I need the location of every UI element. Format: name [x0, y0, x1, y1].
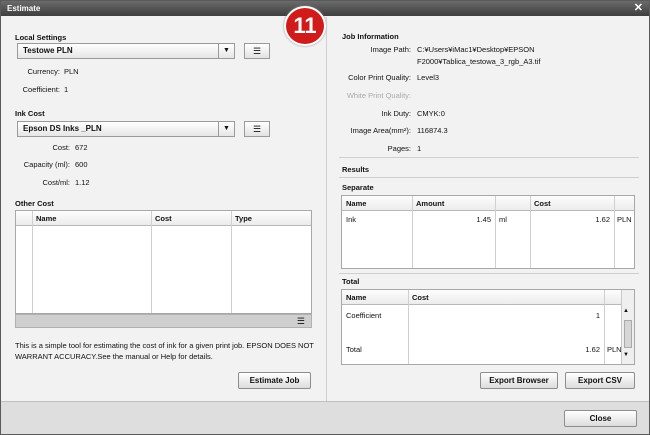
chevron-down-icon: ▼: [218, 44, 234, 58]
grid-divider: [412, 196, 413, 268]
ink-cost-heading: Ink Cost: [15, 109, 45, 118]
total-heading: Total: [342, 277, 360, 286]
scroll-down-icon[interactable]: ▼: [623, 352, 629, 358]
other-cost-table[interactable]: Name Cost Type: [15, 210, 312, 314]
export-csv-button[interactable]: Export CSV: [565, 372, 635, 389]
other-cost-toolbar: ☰: [15, 314, 312, 328]
ink-duty-label: Ink Duty:: [381, 109, 411, 118]
disclaimer-note: This is a simple tool for estimating the…: [15, 341, 314, 361]
total-table[interactable]: Name Cost Coefficient 1 Total 1.62 PLN ▲…: [341, 289, 635, 365]
image-area-label: Image Area(mm²):: [350, 126, 411, 135]
list-icon: ☰: [252, 124, 262, 134]
ink-cost-selected: Epson DS Inks _PLN: [23, 124, 102, 133]
section-divider: [339, 157, 639, 158]
chevron-down-icon: ▼: [218, 122, 234, 136]
column-header-name[interactable]: Name: [342, 290, 408, 305]
total-row-name: Coefficient: [346, 311, 382, 320]
column-header-cost[interactable]: Cost: [408, 290, 604, 305]
capacity-label: Capacity (ml):: [23, 160, 70, 169]
column-header-type[interactable]: Type: [231, 211, 311, 226]
total-row-cost: 1: [595, 311, 600, 320]
row-header-corner: [16, 211, 32, 226]
separate-row-currency: PLN: [617, 215, 632, 224]
grid-divider: [530, 196, 531, 268]
ink-duty-value: CMYK:0: [417, 109, 445, 118]
grid-divider: [614, 196, 615, 268]
dialog-footer: Close: [1, 401, 649, 434]
column-header-cost[interactable]: Cost: [530, 196, 614, 211]
scrollbar-thumb[interactable]: [624, 320, 632, 348]
list-icon[interactable]: ☰: [297, 315, 305, 327]
costml-label: Cost/ml:: [42, 178, 70, 187]
image-area-value: 116874.3: [417, 126, 448, 135]
job-information-heading: Job Information: [342, 32, 399, 41]
image-path-label: Image Path:: [370, 45, 411, 54]
cost-value: 672: [75, 143, 88, 152]
scroll-up-icon[interactable]: ▲: [623, 308, 629, 314]
separate-row-name: Ink: [346, 215, 357, 224]
vertical-scrollbar[interactable]: ▲ ▼: [621, 290, 634, 364]
grid-divider: [495, 196, 496, 268]
column-header-name[interactable]: Name: [32, 211, 151, 226]
column-header-amount[interactable]: Amount: [412, 196, 495, 211]
panel-divider: [326, 17, 327, 401]
grid-divider: [32, 211, 33, 313]
ink-cost-select[interactable]: Epson DS Inks _PLN ▼: [17, 121, 235, 137]
total-row-cost: 1.62: [585, 345, 600, 354]
estimate-window: Estimate ✕ 11 Local Settings Testowe PLN…: [0, 0, 650, 435]
close-icon[interactable]: ✕: [634, 1, 643, 16]
coefficient-value: 1: [64, 85, 69, 94]
column-header-currency[interactable]: [604, 290, 621, 305]
column-header-currency[interactable]: [614, 196, 634, 211]
pages-value: 1: [417, 144, 422, 153]
step-badge: 11: [284, 6, 326, 46]
separate-heading: Separate: [342, 183, 374, 192]
separate-table[interactable]: Name Amount Cost Ink 1.45 ml 1.62 PLN: [341, 195, 635, 269]
section-divider: [339, 273, 639, 274]
local-settings-select[interactable]: Testowe PLN ▼: [17, 43, 235, 59]
color-print-quality-label: Color Print Quality:: [348, 73, 411, 82]
costml-value: 1.12: [75, 178, 90, 187]
local-settings-selected: Testowe PLN: [23, 46, 73, 55]
local-settings-heading: Local Settings: [15, 33, 67, 42]
grid-divider: [151, 211, 152, 313]
total-row-name: Total: [346, 345, 362, 354]
grid-divider: [231, 211, 232, 313]
capacity-value: 600: [75, 160, 88, 169]
coefficient-label: Coefficient:: [22, 85, 60, 94]
title-bar: Estimate ✕: [1, 1, 649, 16]
separate-row-amount: 1.45: [476, 215, 491, 224]
separate-row-unit: ml: [499, 215, 507, 224]
ink-cost-list-button[interactable]: ☰: [244, 121, 270, 137]
total-row-currency: PLN: [607, 345, 622, 354]
window-title: Estimate: [7, 4, 41, 13]
cost-label: Cost:: [52, 143, 70, 152]
estimate-job-button[interactable]: Estimate Job: [238, 372, 311, 389]
separate-row-cost: 1.62: [595, 215, 610, 224]
column-header-name[interactable]: Name: [342, 196, 412, 211]
image-path-line1: C:¥Users¥iMac1¥Desktop¥EPSON: [417, 45, 535, 54]
results-heading: Results: [342, 165, 370, 174]
local-settings-list-button[interactable]: ☰: [244, 43, 270, 59]
pages-label: Pages:: [387, 144, 411, 153]
column-header-cost[interactable]: Cost: [151, 211, 231, 226]
currency-label: Currency:: [27, 67, 60, 76]
section-divider: [339, 177, 639, 178]
white-print-quality-label: White Print Quality:: [346, 91, 411, 100]
list-icon: ☰: [252, 46, 262, 56]
color-print-quality-value: Level3: [417, 73, 440, 82]
other-cost-heading: Other Cost: [15, 199, 54, 208]
grid-divider: [604, 290, 605, 364]
close-button[interactable]: Close: [564, 410, 637, 427]
column-header-unit[interactable]: [495, 196, 530, 211]
currency-value: PLN: [64, 67, 79, 76]
image-path-line2: F2000¥Tablica_testowa_3_rgb_A3.tif: [417, 57, 541, 66]
export-browser-button[interactable]: Export Browser: [480, 372, 558, 389]
